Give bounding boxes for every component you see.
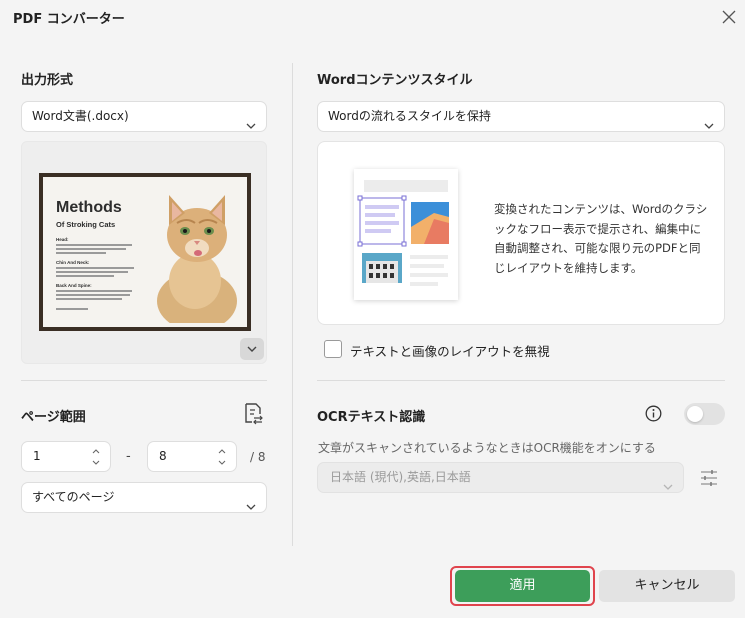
chevron-down-icon — [663, 473, 673, 502]
preview-heading: Chin And Neck: — [56, 260, 90, 265]
output-format-select[interactable]: Word文書(.docx) — [21, 101, 267, 132]
info-icon[interactable] — [645, 405, 662, 422]
page-from-input[interactable]: 1 — [21, 441, 111, 472]
preview-heading: Head: — [56, 237, 69, 242]
title-bar: PDF コンバーター — [0, 0, 745, 34]
page-to-input[interactable]: 8 — [147, 441, 237, 472]
spinner-arrows-icon[interactable] — [218, 448, 226, 466]
dialog-title: PDF コンバーター — [13, 12, 125, 27]
document-preview: Methods Of Stroking Cats Head: Chin And … — [21, 141, 267, 364]
preview-heading: Back And Spine: — [56, 283, 92, 288]
ocr-toggle[interactable] — [684, 403, 725, 425]
preview-text-line — [56, 271, 128, 273]
preview-thumbnail: Methods Of Stroking Cats Head: Chin And … — [39, 173, 251, 331]
apply-button[interactable]: 適用 — [455, 570, 590, 602]
word-style-label: Wordコンテンツスタイル — [317, 73, 473, 88]
preview-text-line — [56, 244, 132, 246]
page-total: / 8 — [250, 450, 266, 464]
flow-layout-illustration — [354, 169, 458, 300]
output-format-value: Word文書(.docx) — [32, 109, 129, 123]
ocr-description: 文章がスキャンされているようなときはOCR機能をオンにする — [318, 441, 656, 455]
preview-subtitle: Of Stroking Cats — [56, 220, 116, 229]
preview-text-line — [56, 298, 122, 300]
word-style-value: Wordの流れるスタイルを保持 — [328, 109, 491, 123]
page-from-value: 1 — [33, 449, 41, 463]
toggle-knob — [687, 406, 703, 422]
preview-text-line — [56, 248, 126, 250]
chevron-down-icon — [246, 493, 256, 510]
ignore-layout-label[interactable]: テキストと画像のレイアウトを無視 — [350, 341, 550, 360]
ocr-label: OCRテキスト認識 — [317, 410, 426, 425]
preview-text-line — [56, 275, 114, 277]
expand-preview-button[interactable] — [240, 338, 264, 360]
preview-text-line — [56, 252, 106, 254]
page-scope-value: すべてのページ — [32, 490, 115, 504]
preview-text-line — [56, 308, 88, 310]
cancel-button[interactable]: キャンセル — [599, 570, 735, 602]
ocr-language-value: 日本語 (現代),英語,日本語 — [330, 470, 471, 484]
preview-text-line — [56, 294, 130, 296]
page-range-label: ページ範囲 — [21, 410, 86, 425]
word-style-select[interactable]: Wordの流れるスタイルを保持 — [317, 101, 725, 132]
chevron-down-icon — [704, 112, 714, 129]
page-scope-select[interactable]: すべてのページ — [21, 482, 267, 513]
ignore-layout-checkbox[interactable] — [324, 340, 342, 358]
range-dash: - — [126, 449, 131, 464]
divider — [317, 380, 725, 381]
style-description: 変換されたコンテンツは、Wordのクラシックなフロー表示で提示され、編集中に自動… — [494, 202, 708, 275]
ocr-language-select[interactable]: 日本語 (現代),英語,日本語 — [317, 462, 684, 493]
column-divider — [292, 63, 293, 546]
preview-title: Methods — [56, 199, 122, 216]
preview-page: Methods Of Stroking Cats Head: Chin And … — [43, 177, 247, 327]
chevron-down-icon — [247, 346, 257, 352]
divider — [21, 380, 267, 381]
style-info-card: 変換されたコンテンツは、Wordのクラシックなフロー表示で提示され、編集中に自動… — [317, 141, 725, 325]
chevron-down-icon — [246, 112, 256, 129]
output-format-label: 出力形式 — [21, 73, 74, 88]
preview-text-line — [56, 290, 132, 292]
cat-image — [147, 183, 243, 327]
spinner-arrows-icon[interactable] — [92, 448, 100, 466]
preview-text-line — [56, 267, 134, 269]
page-range-icon[interactable] — [242, 402, 264, 426]
sliders-icon[interactable] — [700, 468, 718, 488]
close-icon[interactable] — [718, 6, 740, 28]
page-to-value: 8 — [159, 449, 167, 463]
